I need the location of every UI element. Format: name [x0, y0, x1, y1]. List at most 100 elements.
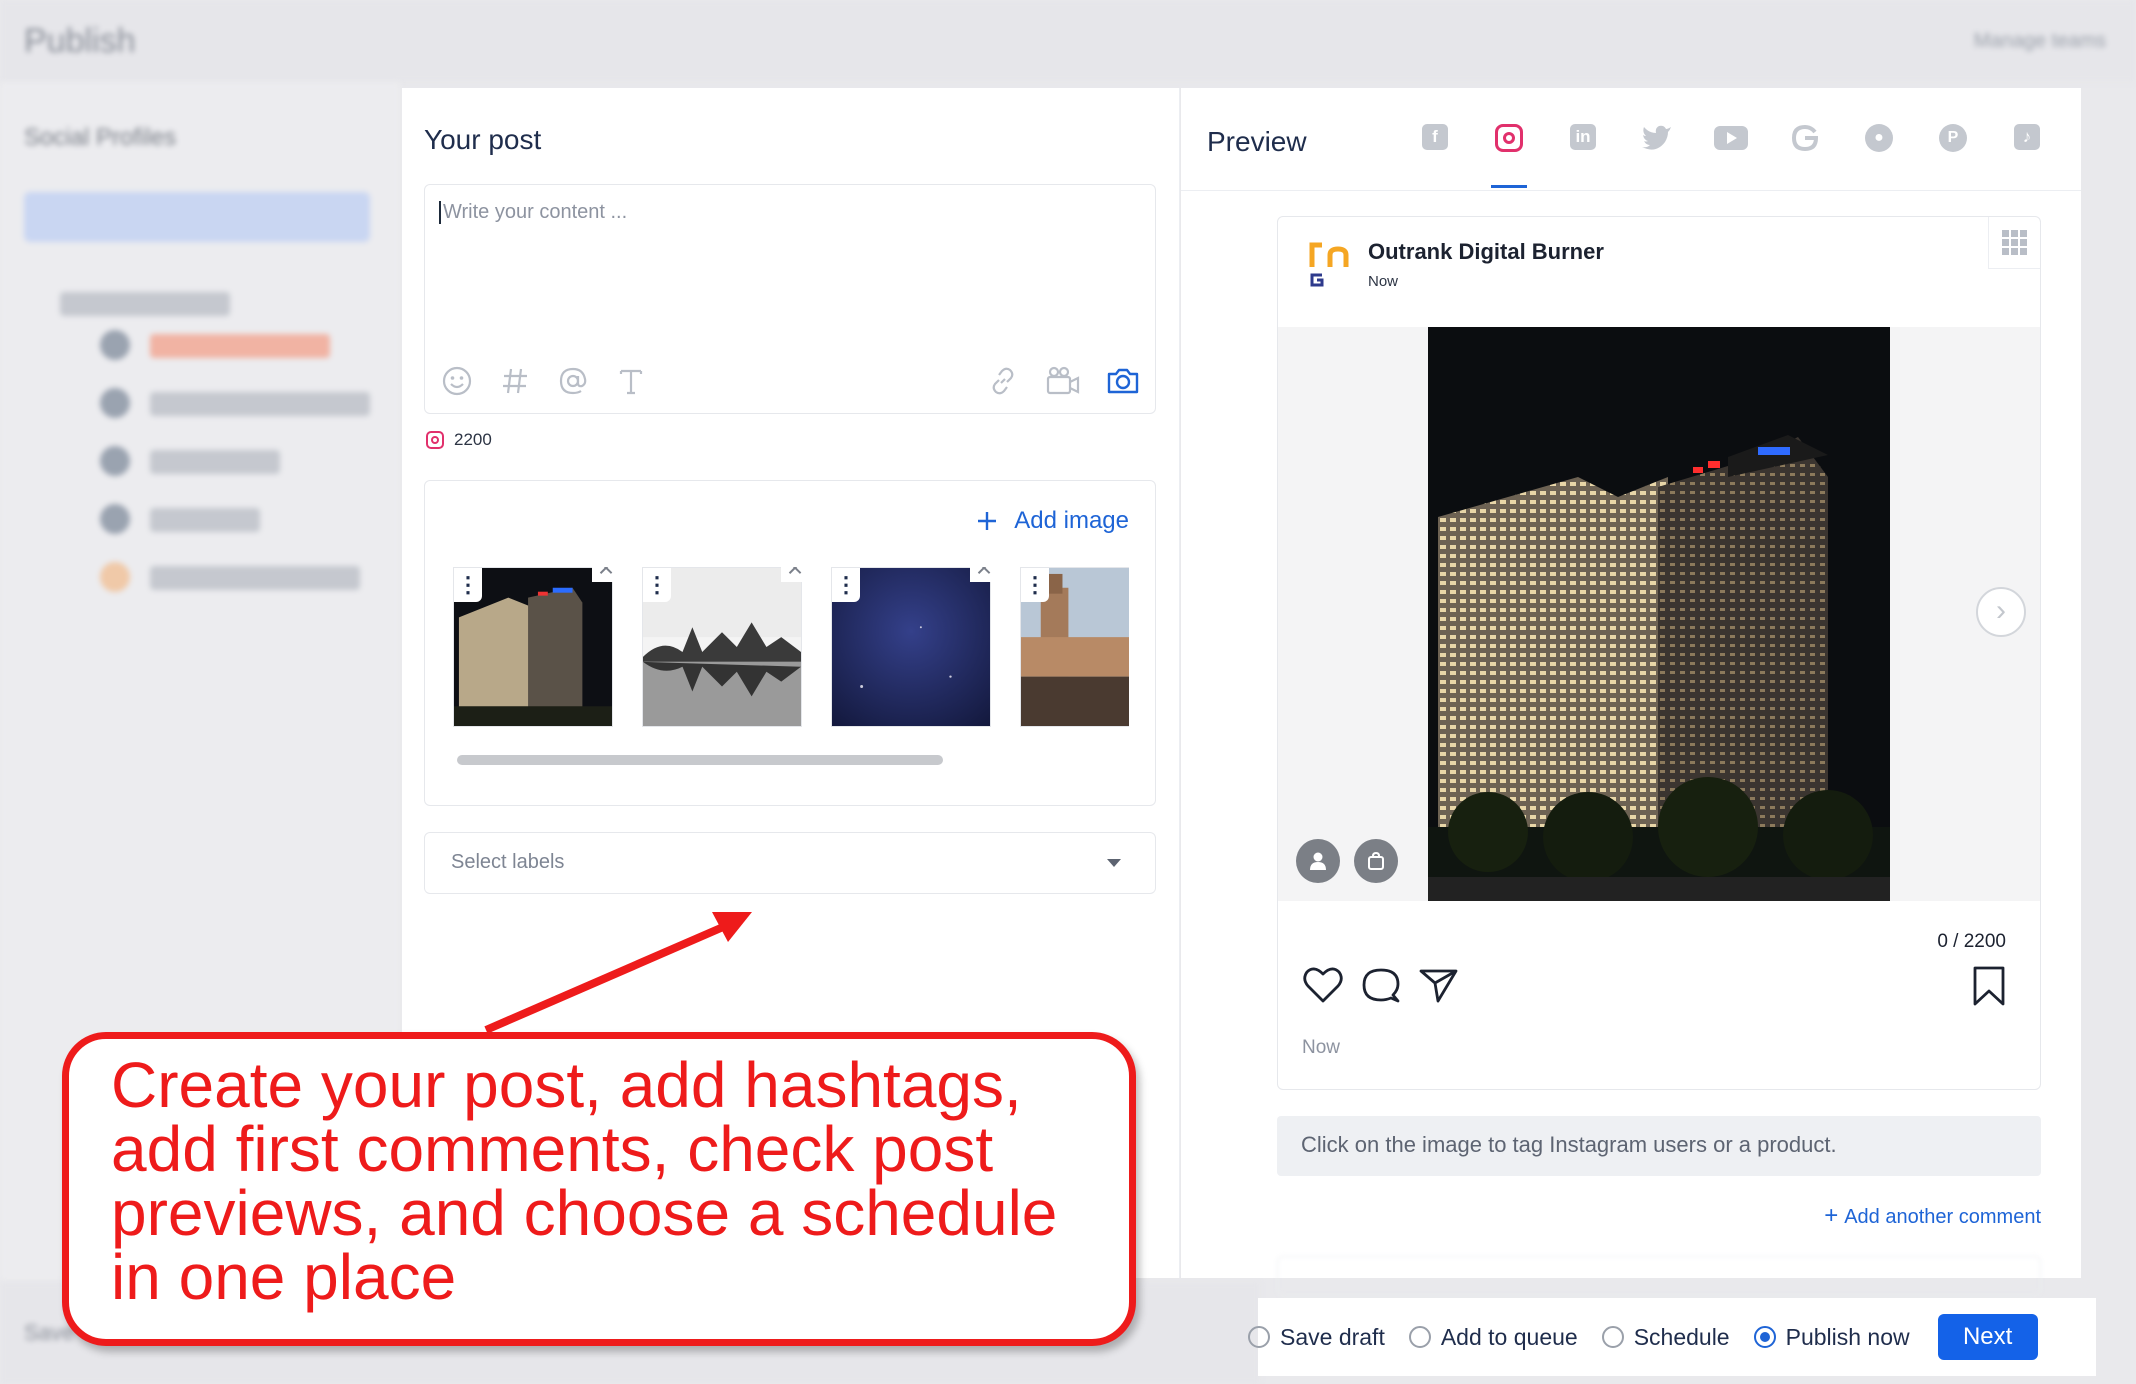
share-send-icon[interactable] — [1418, 965, 1460, 1005]
like-heart-icon[interactable] — [1302, 965, 1344, 1005]
add-image-label: Add image — [1014, 507, 1129, 534]
post-panel-title: Your post — [424, 124, 542, 155]
hashtag-icon[interactable] — [497, 363, 533, 399]
twitter-icon — [1642, 125, 1671, 150]
tab-google[interactable] — [1787, 124, 1823, 164]
chevron-down-icon — [1107, 859, 1121, 867]
post-header: Outrank Digital Burner Now — [1278, 217, 2040, 327]
add-to-queue-option[interactable]: Add to queue — [1408, 1323, 1578, 1351]
tab-pinterest[interactable]: P — [1935, 124, 1971, 164]
preview-divider — [1181, 190, 2081, 191]
next-button[interactable]: Next — [1937, 1314, 2038, 1360]
thumbnail-night-sky[interactable]: ⋮ × — [831, 567, 998, 727]
background-top-right-link: Manage teams — [1973, 30, 2106, 52]
tab-twitter[interactable] — [1639, 124, 1675, 164]
next-image-arrow-icon[interactable]: › — [1976, 587, 2026, 637]
thumbnail-building[interactable]: ⋮ × — [453, 567, 620, 727]
background-profile-row — [150, 334, 330, 358]
tag-product-icon[interactable] — [1354, 839, 1398, 883]
background-profile-avatar — [100, 446, 130, 476]
schedule-radio[interactable] — [1601, 1326, 1624, 1348]
post-media[interactable]: › — [1278, 327, 2040, 901]
tiktok-icon: ♪ — [2014, 124, 2040, 150]
thumbnails-scrollbar[interactable] — [457, 755, 943, 765]
tab-reddit[interactable]: ● — [1861, 124, 1897, 164]
mention-icon[interactable] — [555, 363, 591, 399]
grid-view-icon[interactable] — [1988, 217, 2040, 269]
google-icon — [1791, 124, 1819, 152]
comment-icon[interactable] — [1360, 965, 1402, 1005]
thumbnail-menu-icon[interactable]: ⋮ — [643, 568, 671, 602]
camera-icon[interactable] — [1105, 363, 1141, 399]
reddit-icon: ● — [1865, 124, 1893, 152]
preview-title: Preview — [1207, 126, 1307, 157]
tab-facebook[interactable]: f — [1417, 124, 1453, 164]
remove-image-icon[interactable]: × — [970, 567, 998, 582]
network-tabs: f in ● P ♪ — [1417, 124, 2045, 188]
background-profile-row — [150, 392, 370, 416]
post-main-image[interactable] — [1428, 327, 1890, 901]
background-app-title: Publish — [24, 22, 136, 60]
background-profile-avatar — [100, 330, 130, 360]
post-footer-timestamp: Now — [1302, 1037, 1341, 1058]
annotation-text: Create your post, add hashtags, add firs… — [111, 1049, 1058, 1313]
link-icon[interactable] — [985, 363, 1021, 399]
post-timestamp: Now — [1368, 273, 1399, 290]
publish-now-label: Publish now — [1785, 1323, 1910, 1350]
publish-now-option[interactable]: Publish now — [1753, 1323, 1910, 1351]
thumbnail-lake[interactable]: ⋮ × — [642, 567, 809, 727]
emoji-icon[interactable] — [439, 363, 475, 399]
tab-linkedin[interactable]: in — [1565, 124, 1601, 164]
account-logo — [1309, 242, 1349, 287]
content-placeholder[interactable]: Write your content ... — [439, 201, 627, 224]
linkedin-icon: in — [1570, 124, 1596, 150]
instagram-post-preview: Outrank Digital Burner Now › 0 / 2200 No… — [1277, 216, 2041, 1090]
char-limit-value: 2200 — [454, 430, 492, 449]
bookmark-icon[interactable] — [1970, 965, 2008, 1007]
save-draft-option[interactable]: Save draft — [1248, 1324, 1385, 1351]
save-draft-radio[interactable] — [1248, 1326, 1270, 1348]
add-image-button[interactable]: Add image — [976, 507, 1129, 535]
publish-action-bar: Save draft Add to queue Schedule Publish… — [1248, 1298, 2096, 1376]
add-to-queue-radio[interactable] — [1408, 1326, 1431, 1348]
thumbnail-city-river[interactable]: ⋮ — [1020, 567, 1129, 727]
first-comment-field[interactable] — [1277, 1256, 2041, 1296]
background-group-row — [60, 292, 230, 316]
thumbnail-menu-icon[interactable]: ⋮ — [454, 568, 482, 602]
text-format-icon[interactable] — [613, 363, 649, 399]
facebook-icon: f — [1422, 124, 1448, 150]
content-editor[interactable]: Write your content ... — [424, 184, 1156, 414]
tag-instagram-hint: Click on the image to tag Instagram user… — [1277, 1116, 2041, 1176]
thumbnail-menu-icon[interactable]: ⋮ — [1021, 568, 1049, 602]
preview-panel: Preview f in ● P ♪ Outrank Digital Burne… — [1181, 88, 2081, 1296]
tab-youtube[interactable] — [1713, 124, 1749, 164]
plus-icon — [978, 512, 997, 530]
add-another-comment-link[interactable]: + Add another comment — [1824, 1202, 2041, 1230]
tab-instagram[interactable] — [1491, 124, 1527, 188]
schedule-option[interactable]: Schedule — [1601, 1324, 1730, 1351]
background-bottom-label: Save — [24, 1320, 75, 1345]
thumbnail-menu-icon[interactable]: ⋮ — [832, 568, 860, 602]
background-profile-row — [150, 508, 260, 532]
background-sidebar-heading: Social Profiles — [24, 124, 177, 151]
add-to-queue-label: Add to queue — [1440, 1323, 1578, 1350]
account-name: Outrank Digital Burner — [1368, 239, 1604, 264]
youtube-icon — [1714, 126, 1748, 150]
publish-now-radio[interactable] — [1753, 1326, 1776, 1348]
tag-user-icon[interactable] — [1296, 839, 1340, 883]
image-thumbnails[interactable]: ⋮ × ⋮ × ⋮ × ⋮ — [453, 567, 1129, 737]
labels-placeholder: Select labels — [451, 851, 565, 873]
remove-image-icon[interactable]: × — [781, 567, 809, 582]
instagram-char-limit: 2200 — [426, 430, 492, 450]
background-profile-avatar — [100, 388, 130, 418]
video-camera-icon[interactable] — [1045, 363, 1081, 399]
background-profile-row — [150, 566, 360, 590]
remove-image-icon[interactable]: × — [592, 567, 620, 582]
plus-icon: + — [1824, 1202, 1839, 1229]
media-uploader: Add image ⋮ × ⋮ × ⋮ × ⋮ — [424, 480, 1156, 806]
tab-tiktok[interactable]: ♪ — [2009, 124, 2045, 164]
background-profile-avatar — [100, 562, 130, 592]
caption-char-counter: 0 / 2200 — [1937, 931, 2006, 952]
labels-select[interactable]: Select labels — [424, 832, 1156, 894]
save-draft-label: Save draft — [1280, 1323, 1385, 1350]
